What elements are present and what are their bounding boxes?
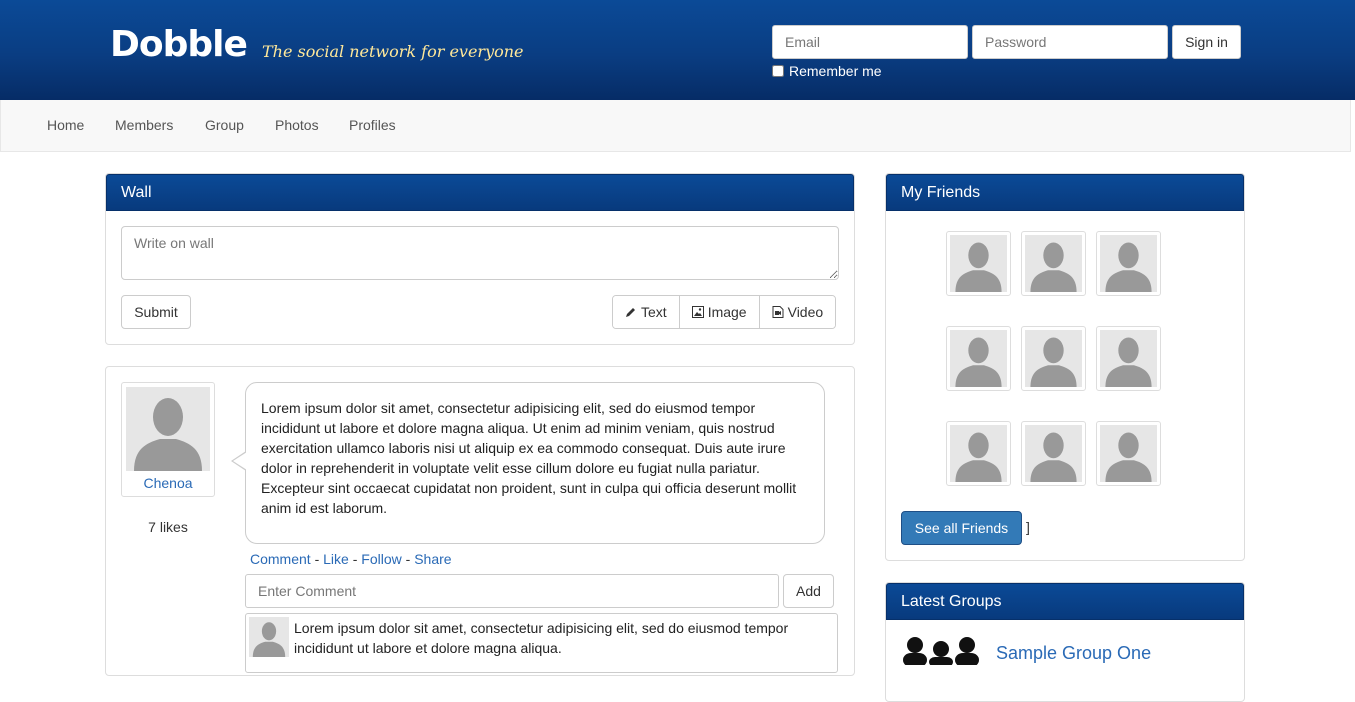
friend-thumbnail[interactable]	[1096, 421, 1161, 486]
friend-thumbnail[interactable]	[946, 231, 1011, 296]
comment-link[interactable]: Comment	[250, 551, 311, 567]
nav-photos[interactable]: Photos	[275, 117, 319, 133]
user-silhouette-icon	[134, 398, 202, 471]
picture-icon	[691, 306, 704, 318]
like-link[interactable]: Like	[323, 551, 349, 567]
friend-avatar	[1025, 330, 1082, 387]
user-silhouette-icon	[252, 622, 286, 657]
post-type-group: Text Image Video	[612, 295, 837, 329]
user-silhouette-icon	[955, 432, 1002, 482]
likes-count: 7 likes	[148, 519, 188, 535]
comment-avatar	[249, 617, 289, 657]
main-navbar: Home Members Group Photos Profiles	[0, 100, 1351, 152]
friend-avatar	[950, 425, 1007, 482]
friend-thumbnail[interactable]	[946, 421, 1011, 486]
user-silhouette-icon	[1030, 337, 1077, 387]
email-input[interactable]	[772, 25, 968, 59]
user-silhouette-icon	[1105, 337, 1152, 387]
friend-avatar	[950, 235, 1007, 292]
friend-avatar	[1100, 330, 1157, 387]
comment-input[interactable]	[245, 574, 779, 608]
user-silhouette-icon	[1105, 432, 1152, 482]
pencil-icon	[626, 308, 635, 317]
friend-thumbnail[interactable]	[1096, 326, 1161, 391]
remember-me[interactable]: Remember me	[772, 62, 882, 80]
nav-profiles[interactable]: Profiles	[349, 117, 396, 133]
nav-group[interactable]: Group	[205, 117, 244, 133]
comment-item: Lorem ipsum dolor sit amet, consectetur …	[245, 613, 838, 673]
post-type-video-label: Video	[787, 304, 824, 320]
add-comment-button[interactable]: Add	[783, 574, 834, 608]
site-tagline: The social network for everyone	[262, 42, 524, 61]
author-card[interactable]: Chenoa	[121, 382, 215, 497]
video-file-icon	[772, 306, 784, 318]
post-type-image-label: Image	[707, 304, 747, 320]
friend-thumbnail[interactable]	[1096, 231, 1161, 296]
remember-me-checkbox[interactable]	[772, 65, 784, 77]
post-type-text-button[interactable]: Text	[613, 296, 680, 328]
user-silhouette-icon	[955, 242, 1002, 292]
site-logo[interactable]: Dobble	[110, 24, 248, 66]
wall-title: Wall	[106, 174, 854, 211]
site-header: Dobble The social network for everyone S…	[0, 0, 1355, 100]
nav-home[interactable]: Home	[47, 117, 84, 133]
groups-panel: Latest Groups Sample Group One	[885, 582, 1245, 702]
sign-in-button[interactable]: Sign in	[1172, 25, 1241, 59]
user-silhouette-icon	[1030, 432, 1077, 482]
user-silhouette-icon	[955, 337, 1002, 387]
friend-avatar	[1025, 425, 1082, 482]
submit-button[interactable]: Submit	[121, 295, 191, 329]
trailing-bracket: ]	[1026, 519, 1030, 535]
friend-thumbnail[interactable]	[1021, 421, 1086, 486]
friend-thumbnail[interactable]	[946, 326, 1011, 391]
friends-panel: My Friends See all Friends ]	[885, 173, 1245, 561]
post-body: Lorem ipsum dolor sit amet, consectetur …	[231, 382, 825, 544]
separator: -	[352, 551, 358, 567]
post-actions: Comment - Like - Follow - Share	[250, 551, 452, 567]
nav-members[interactable]: Members	[115, 117, 173, 133]
author-name-link[interactable]: Chenoa	[122, 475, 214, 491]
friend-avatar	[1025, 235, 1082, 292]
follow-link[interactable]: Follow	[361, 551, 401, 567]
post-type-text-label: Text	[641, 304, 667, 320]
user-silhouette-icon	[1030, 242, 1077, 292]
see-all-friends-button[interactable]: See all Friends	[901, 511, 1022, 545]
separator: -	[314, 551, 320, 567]
friend-thumbnail[interactable]	[1021, 326, 1086, 391]
friend-avatar	[950, 330, 1007, 387]
groups-title: Latest Groups	[886, 583, 1244, 620]
remember-me-label: Remember me	[789, 63, 882, 79]
comment-text: Lorem ipsum dolor sit amet, consectetur …	[294, 620, 789, 656]
wall-textarea[interactable]	[121, 226, 839, 280]
post-panel: Chenoa 7 likes Lorem ipsum dolor sit ame…	[105, 366, 855, 676]
post-type-image-button[interactable]: Image	[679, 296, 760, 328]
friend-thumbnail[interactable]	[1021, 231, 1086, 296]
share-link[interactable]: Share	[414, 551, 451, 567]
password-input[interactable]	[972, 25, 1168, 59]
wall-panel: Wall Submit Text Image Video	[105, 173, 855, 345]
friends-title: My Friends	[886, 174, 1244, 211]
friend-avatar	[1100, 425, 1157, 482]
avatar	[126, 387, 210, 471]
post-type-video-button[interactable]: Video	[759, 296, 836, 328]
friend-avatar	[1100, 235, 1157, 292]
separator: -	[405, 551, 411, 567]
user-silhouette-icon	[1105, 242, 1152, 292]
